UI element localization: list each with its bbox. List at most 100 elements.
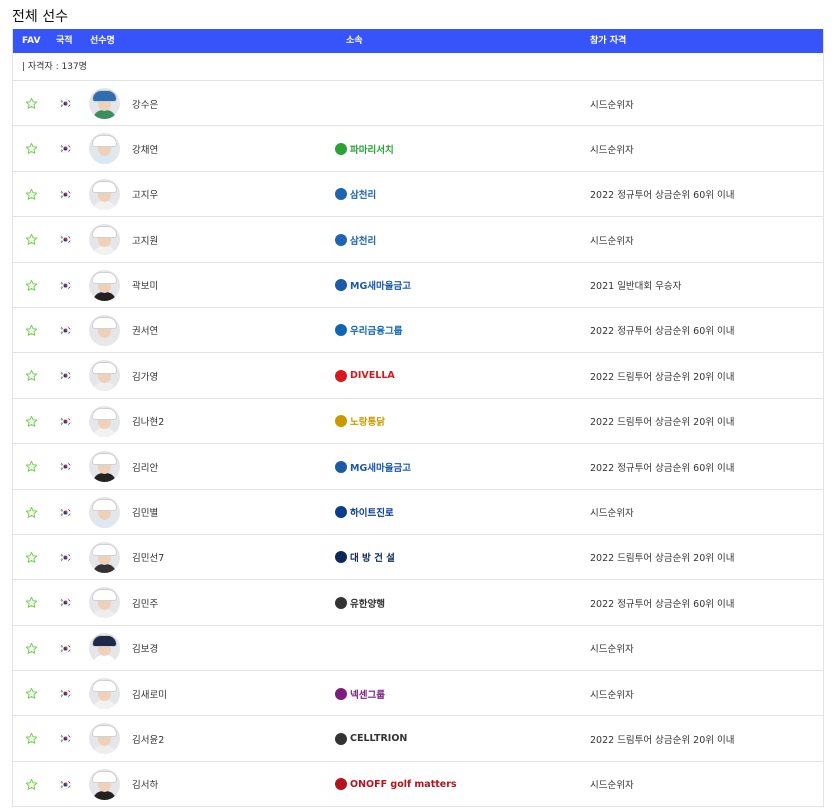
table-row[interactable]: 김민선7 대 방 건 설 2022 드림투어 상금순위 20위 이내 <box>13 535 823 581</box>
player-avatar[interactable] <box>89 541 120 573</box>
player-name[interactable]: 권서연 <box>132 323 158 337</box>
sponsor-logo: 노랑통닭 <box>335 414 385 428</box>
player-avatar[interactable] <box>89 451 120 483</box>
player-avatar[interactable] <box>89 723 120 755</box>
table-row[interactable]: 김새로미 넥센그룹 시드순위자 <box>13 671 823 717</box>
favorite-star-icon[interactable] <box>23 308 39 353</box>
qualification-text: 2022 드림투어 상금순위 20위 이내 <box>590 734 735 746</box>
favorite-star-icon[interactable] <box>23 580 39 625</box>
favorite-star-icon[interactable] <box>23 81 39 126</box>
player-name[interactable]: 곽보미 <box>132 278 158 292</box>
table-row[interactable]: 김서윤2 CELLTRION 2022 드림투어 상금순위 20위 이내 <box>13 716 823 762</box>
korea-flag-icon <box>57 81 73 126</box>
qualification-text: 2022 드림투어 상금순위 20위 이내 <box>590 553 735 565</box>
player-avatar[interactable] <box>89 405 120 437</box>
table-row[interactable]: 강수은 시드순위자 <box>13 81 823 127</box>
header-player[interactable]: 선수명 <box>90 29 115 53</box>
player-avatar[interactable] <box>89 678 120 710</box>
korea-flag-icon <box>57 353 73 398</box>
sponsor-logo: 하이트진로 <box>335 505 394 519</box>
player-name[interactable]: 김보경 <box>132 641 158 655</box>
player-avatar[interactable] <box>89 178 120 210</box>
player-avatar[interactable] <box>89 224 120 256</box>
favorite-star-icon[interactable] <box>23 126 39 171</box>
sponsor-mark-icon <box>335 778 347 791</box>
korea-flag-icon <box>57 263 73 308</box>
sponsor-mark-icon <box>335 188 347 201</box>
favorite-star-icon[interactable] <box>23 490 39 535</box>
player-avatar[interactable] <box>89 768 120 800</box>
player-name[interactable]: 김민선7 <box>132 550 164 564</box>
player-avatar[interactable] <box>89 133 120 165</box>
table-row[interactable]: 김민별 하이트진로 시드순위자 <box>13 490 823 535</box>
player-name[interactable]: 강수은 <box>132 97 158 111</box>
favorite-star-icon[interactable] <box>23 172 39 217</box>
player-name[interactable]: 김리안 <box>132 460 158 474</box>
favorite-star-icon[interactable] <box>23 444 39 489</box>
player-name[interactable]: 김가영 <box>132 369 158 383</box>
qualification-text: 2022 드림투어 상금순위 20위 이내 <box>590 417 735 429</box>
qualification-text: 2022 정규투어 상금순위 60위 이내 <box>590 598 735 610</box>
players-table: FAV 국적 선수명 소속 참가 자격 | 자격자 : 137명 강수은 시드순… <box>12 29 824 808</box>
table-row[interactable]: 김서하 ONOFF golf matters 시드순위자 <box>13 762 823 808</box>
player-avatar[interactable] <box>89 632 120 664</box>
player-name[interactable]: 김민별 <box>132 505 158 519</box>
sponsor-logo: MG새마을금고 <box>335 460 411 474</box>
favorite-star-icon[interactable] <box>23 353 39 398</box>
table-row[interactable]: 김리안 MG새마을금고 2022 정규투어 상금순위 60위 이내 <box>13 444 823 490</box>
sponsor-logo: 대 방 건 설 <box>335 550 395 564</box>
player-name[interactable]: 김서윤2 <box>132 732 164 746</box>
player-name[interactable]: 김서하 <box>132 777 158 791</box>
favorite-star-icon[interactable] <box>23 217 39 262</box>
player-avatar[interactable] <box>89 587 120 619</box>
sponsor-mark-icon <box>335 596 347 609</box>
table-row[interactable]: 김민주 유한양행 2022 정규투어 상금순위 60위 이내 <box>13 580 823 626</box>
table-row[interactable]: 고지원 삼천리 시드순위자 <box>13 217 823 263</box>
table-row[interactable]: 김가영 DIVELLA 2022 드림투어 상금순위 20위 이내 <box>13 353 823 399</box>
player-name[interactable]: 김새로미 <box>132 687 167 701</box>
header-qualification[interactable]: 참가 자격 <box>590 29 626 53</box>
sponsor-mark-icon <box>335 369 347 382</box>
table-row[interactable]: 고지우 삼천리 2022 정규투어 상금순위 60위 이내 <box>13 172 823 218</box>
header-fav[interactable]: FAV <box>22 29 40 53</box>
player-name[interactable]: 김나현2 <box>132 414 164 428</box>
sponsor-logo: 유한양행 <box>335 596 385 610</box>
favorite-star-icon[interactable] <box>23 535 39 580</box>
player-name[interactable]: 강채연 <box>132 142 158 156</box>
sponsor-logo: ONOFF golf matters <box>335 778 457 791</box>
qualification-text: 시드순위자 <box>590 144 634 156</box>
table-row[interactable]: 곽보미 MG새마을금고 2021 일반대회 우승자 <box>13 263 823 308</box>
favorite-star-icon[interactable] <box>23 762 39 807</box>
korea-flag-icon <box>57 580 73 625</box>
player-avatar[interactable] <box>89 314 120 346</box>
korea-flag-icon <box>57 308 73 353</box>
sponsor-name: 대 방 건 설 <box>350 553 395 565</box>
qualification-text: 2022 정규투어 상금순위 60위 이내 <box>590 326 735 338</box>
player-avatar[interactable] <box>89 496 120 528</box>
sponsor-name: DIVELLA <box>350 370 395 382</box>
header-sponsor[interactable]: 소속 <box>346 29 363 53</box>
sponsor-name: MG새마을금고 <box>350 462 411 474</box>
favorite-star-icon[interactable] <box>23 263 39 308</box>
favorite-star-icon[interactable] <box>23 626 39 671</box>
table-row[interactable]: 권서연 우리금융그룹 2022 정규투어 상금순위 60위 이내 <box>13 308 823 354</box>
table-row[interactable]: 김나현2 노랑통닭 2022 드림투어 상금순위 20위 이내 <box>13 399 823 445</box>
sponsor-mark-icon <box>335 233 347 246</box>
favorite-star-icon[interactable] <box>23 399 39 444</box>
favorite-star-icon[interactable] <box>23 671 39 716</box>
header-nation[interactable]: 국적 <box>56 29 73 53</box>
korea-flag-icon <box>57 444 73 489</box>
player-name[interactable]: 고지우 <box>132 187 158 201</box>
player-name[interactable]: 김민주 <box>132 596 158 610</box>
player-avatar[interactable] <box>89 360 120 392</box>
sponsor-name: 우리금융그룹 <box>350 326 403 338</box>
favorite-star-icon[interactable] <box>23 716 39 761</box>
sponsor-mark-icon <box>335 415 347 428</box>
sponsor-logo: 삼천리 <box>335 187 376 201</box>
table-row[interactable]: 강채연 파마리서치 시드순위자 <box>13 126 823 172</box>
player-name[interactable]: 고지원 <box>132 233 158 247</box>
player-avatar[interactable] <box>89 88 120 119</box>
sponsor-mark-icon <box>335 324 347 337</box>
table-row[interactable]: 김보경 시드순위자 <box>13 626 823 672</box>
player-avatar[interactable] <box>89 269 120 301</box>
